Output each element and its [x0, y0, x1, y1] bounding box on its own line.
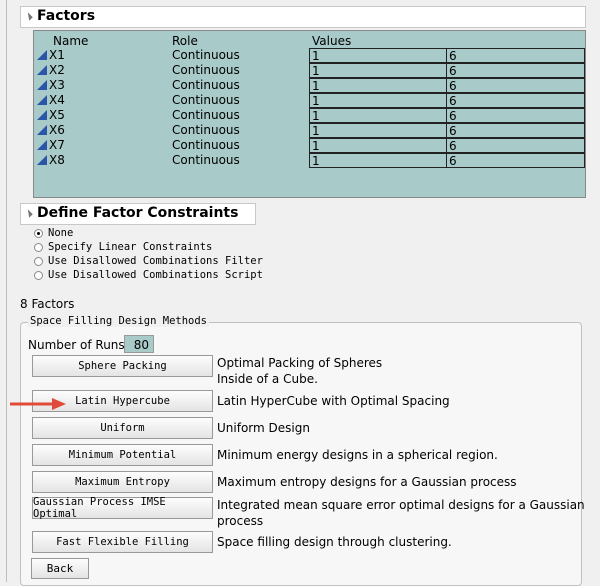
runs-label: Number of Runs: [28, 338, 129, 352]
continuous-factor-icon [37, 80, 47, 90]
continuous-factor-icon [37, 95, 47, 105]
factor-high-value[interactable]: 6 [446, 63, 585, 78]
continuous-factor-icon [37, 65, 47, 75]
factor-name-text: X4 [49, 93, 65, 107]
factor-name[interactable]: X8 [37, 153, 65, 168]
factor-low-value[interactable]: 1 [309, 108, 447, 123]
factors-header[interactable]: Factors [20, 6, 586, 28]
factor-name-text: X7 [49, 138, 65, 152]
factor-role[interactable]: Continuous [172, 63, 240, 78]
constraint-option-label[interactable]: None [48, 227, 73, 239]
method-button[interactable]: Fast Flexible Filling [32, 531, 213, 553]
factor-name-text: X5 [49, 108, 65, 122]
factor-name-text: X8 [49, 153, 65, 167]
factor-role[interactable]: Continuous [172, 138, 240, 153]
factor-role[interactable]: Continuous [172, 93, 240, 108]
back-button[interactable]: Back [31, 558, 89, 579]
method-description: Space filling design through clustering. [217, 535, 452, 549]
method-description: Minimum energy designs in a spherical re… [217, 448, 498, 462]
constraint-option-label[interactable]: Use Disallowed Combinations Filter [48, 255, 263, 267]
method-description: Optimal Packing of Spheres Inside of a C… [217, 356, 383, 386]
col-header-name: Name [53, 34, 89, 48]
method-description: Uniform Design [217, 421, 310, 435]
method-description: Latin HyperCube with Optimal Spacing [217, 394, 450, 408]
factor-name[interactable]: X6 [37, 123, 65, 138]
factor-name[interactable]: X1 [37, 48, 65, 63]
continuous-factor-icon [37, 140, 47, 150]
continuous-factor-icon [37, 125, 47, 135]
method-button[interactable]: Sphere Packing [32, 355, 213, 377]
factor-name-text: X6 [49, 123, 65, 137]
method-button[interactable]: Uniform [32, 417, 213, 439]
factor-low-value[interactable]: 1 [309, 48, 447, 63]
runs-input[interactable]: 80 [124, 335, 154, 353]
radio-button[interactable] [34, 229, 43, 238]
method-description: Integrated mean square error optimal des… [217, 498, 585, 528]
constraint-option-label[interactable]: Use Disallowed Combinations Script [48, 269, 263, 281]
methods-title: Space Filling Design Methods [28, 315, 210, 327]
factor-name[interactable]: X4 [37, 93, 65, 108]
factors-title: Factors [37, 8, 96, 24]
factor-role[interactable]: Continuous [172, 78, 240, 93]
factor-high-value[interactable]: 6 [446, 48, 585, 63]
radio-button[interactable] [34, 243, 43, 252]
factor-name[interactable]: X7 [37, 138, 65, 153]
factor-high-value[interactable]: 6 [446, 78, 585, 93]
left-divider [6, 0, 7, 582]
factor-high-value[interactable]: 6 [446, 93, 585, 108]
method-button[interactable]: Gaussian Process IMSE Optimal [32, 496, 213, 520]
factor-role[interactable]: Continuous [172, 153, 240, 168]
factors-table: Name Role Values X1 Continuous 1 6 X2 Continu… [33, 30, 586, 198]
radio-button[interactable] [34, 271, 43, 280]
factor-low-value[interactable]: 1 [309, 63, 447, 78]
pointer-arrow-icon [10, 398, 66, 410]
disclosure-icon[interactable] [24, 209, 33, 218]
factor-low-value[interactable]: 1 [309, 123, 447, 138]
factor-role[interactable]: Continuous [172, 123, 240, 138]
factor-name[interactable]: X5 [37, 108, 65, 123]
constraints-header[interactable]: Define Factor Constraints [20, 203, 256, 225]
factor-role[interactable]: Continuous [172, 108, 240, 123]
factor-name-text: X3 [49, 78, 65, 92]
col-header-values: Values [312, 34, 352, 48]
factor-high-value[interactable]: 6 [446, 153, 585, 168]
factor-high-value[interactable]: 6 [446, 138, 585, 153]
continuous-factor-icon [37, 50, 47, 60]
constraint-option-label[interactable]: Specify Linear Constraints [48, 241, 212, 253]
method-button[interactable]: Maximum Entropy [32, 471, 213, 493]
factor-name[interactable]: X2 [37, 63, 65, 78]
constraints-title: Define Factor Constraints [37, 205, 239, 221]
continuous-factor-icon [37, 110, 47, 120]
factor-low-value[interactable]: 1 [309, 93, 447, 108]
continuous-factor-icon [37, 155, 47, 165]
factor-low-value[interactable]: 1 [309, 78, 447, 93]
method-description: Maximum entropy designs for a Gaussian p… [217, 475, 517, 489]
disclosure-icon[interactable] [24, 12, 33, 21]
factor-low-value[interactable]: 1 [309, 153, 447, 168]
factor-name-text: X2 [49, 63, 65, 77]
radio-button[interactable] [34, 257, 43, 266]
factor-high-value[interactable]: 6 [446, 108, 585, 123]
factor-low-value[interactable]: 1 [309, 138, 447, 153]
method-button[interactable]: Minimum Potential [32, 444, 213, 466]
factor-role[interactable]: Continuous [172, 48, 240, 63]
factor-high-value[interactable]: 6 [446, 123, 585, 138]
factor-name[interactable]: X3 [37, 78, 65, 93]
factor-name-text: X1 [49, 48, 65, 62]
factor-count: 8 Factors [20, 297, 75, 311]
col-header-role: Role [172, 34, 198, 48]
